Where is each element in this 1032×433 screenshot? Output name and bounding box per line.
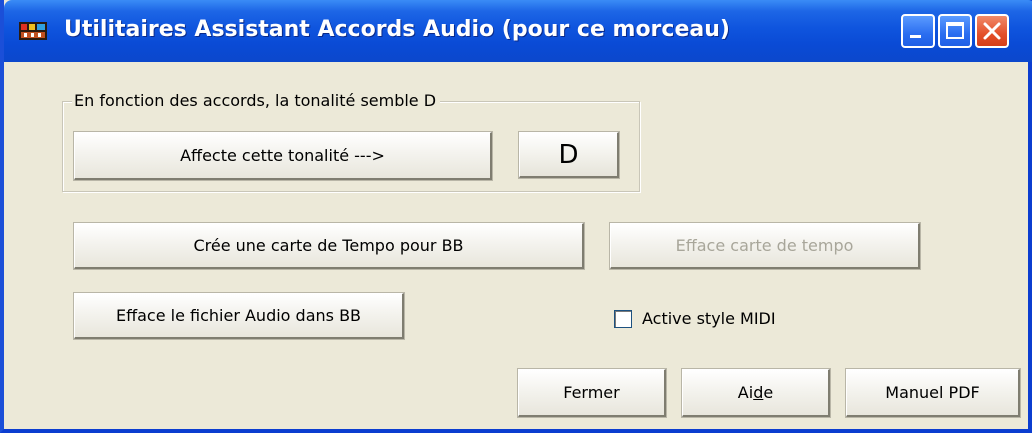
help-button[interactable]: Aide [681,368,831,418]
window-title: Utilitaires Assistant Accords Audio (pou… [64,17,730,42]
midi-style-label[interactable]: Active style MIDI [642,309,776,328]
maximize-icon [946,22,964,39]
midi-style-option[interactable]: Active style MIDI [614,309,776,328]
detected-key-display: D [518,131,620,179]
close-button[interactable]: Fermer [517,368,667,418]
create-tempo-map-button[interactable]: Crée une carte de Tempo pour BB [73,222,585,270]
minimize-icon [910,35,921,38]
help-button-label: Aide [737,383,774,402]
title-bar[interactable]: Utilitaires Assistant Accords Audio (pou… [4,0,1032,62]
band-in-a-box-icon[interactable] [18,20,48,42]
minimize-button[interactable] [901,14,935,48]
set-key-button[interactable]: Affecte cette tonalité ---> [73,131,493,181]
midi-style-checkbox[interactable] [614,309,632,328]
clear-audio-file-button[interactable]: Efface le fichier Audio dans BB [73,292,405,340]
close-window-button[interactable] [975,14,1009,48]
pdf-manual-button[interactable]: Manuel PDF [845,368,1021,418]
key-group-legend: En fonction des accords, la tonalité sem… [72,90,441,112]
close-icon [983,22,1001,40]
maximize-button[interactable] [938,14,972,48]
clear-tempo-map-button: Efface carte de tempo [609,222,921,270]
